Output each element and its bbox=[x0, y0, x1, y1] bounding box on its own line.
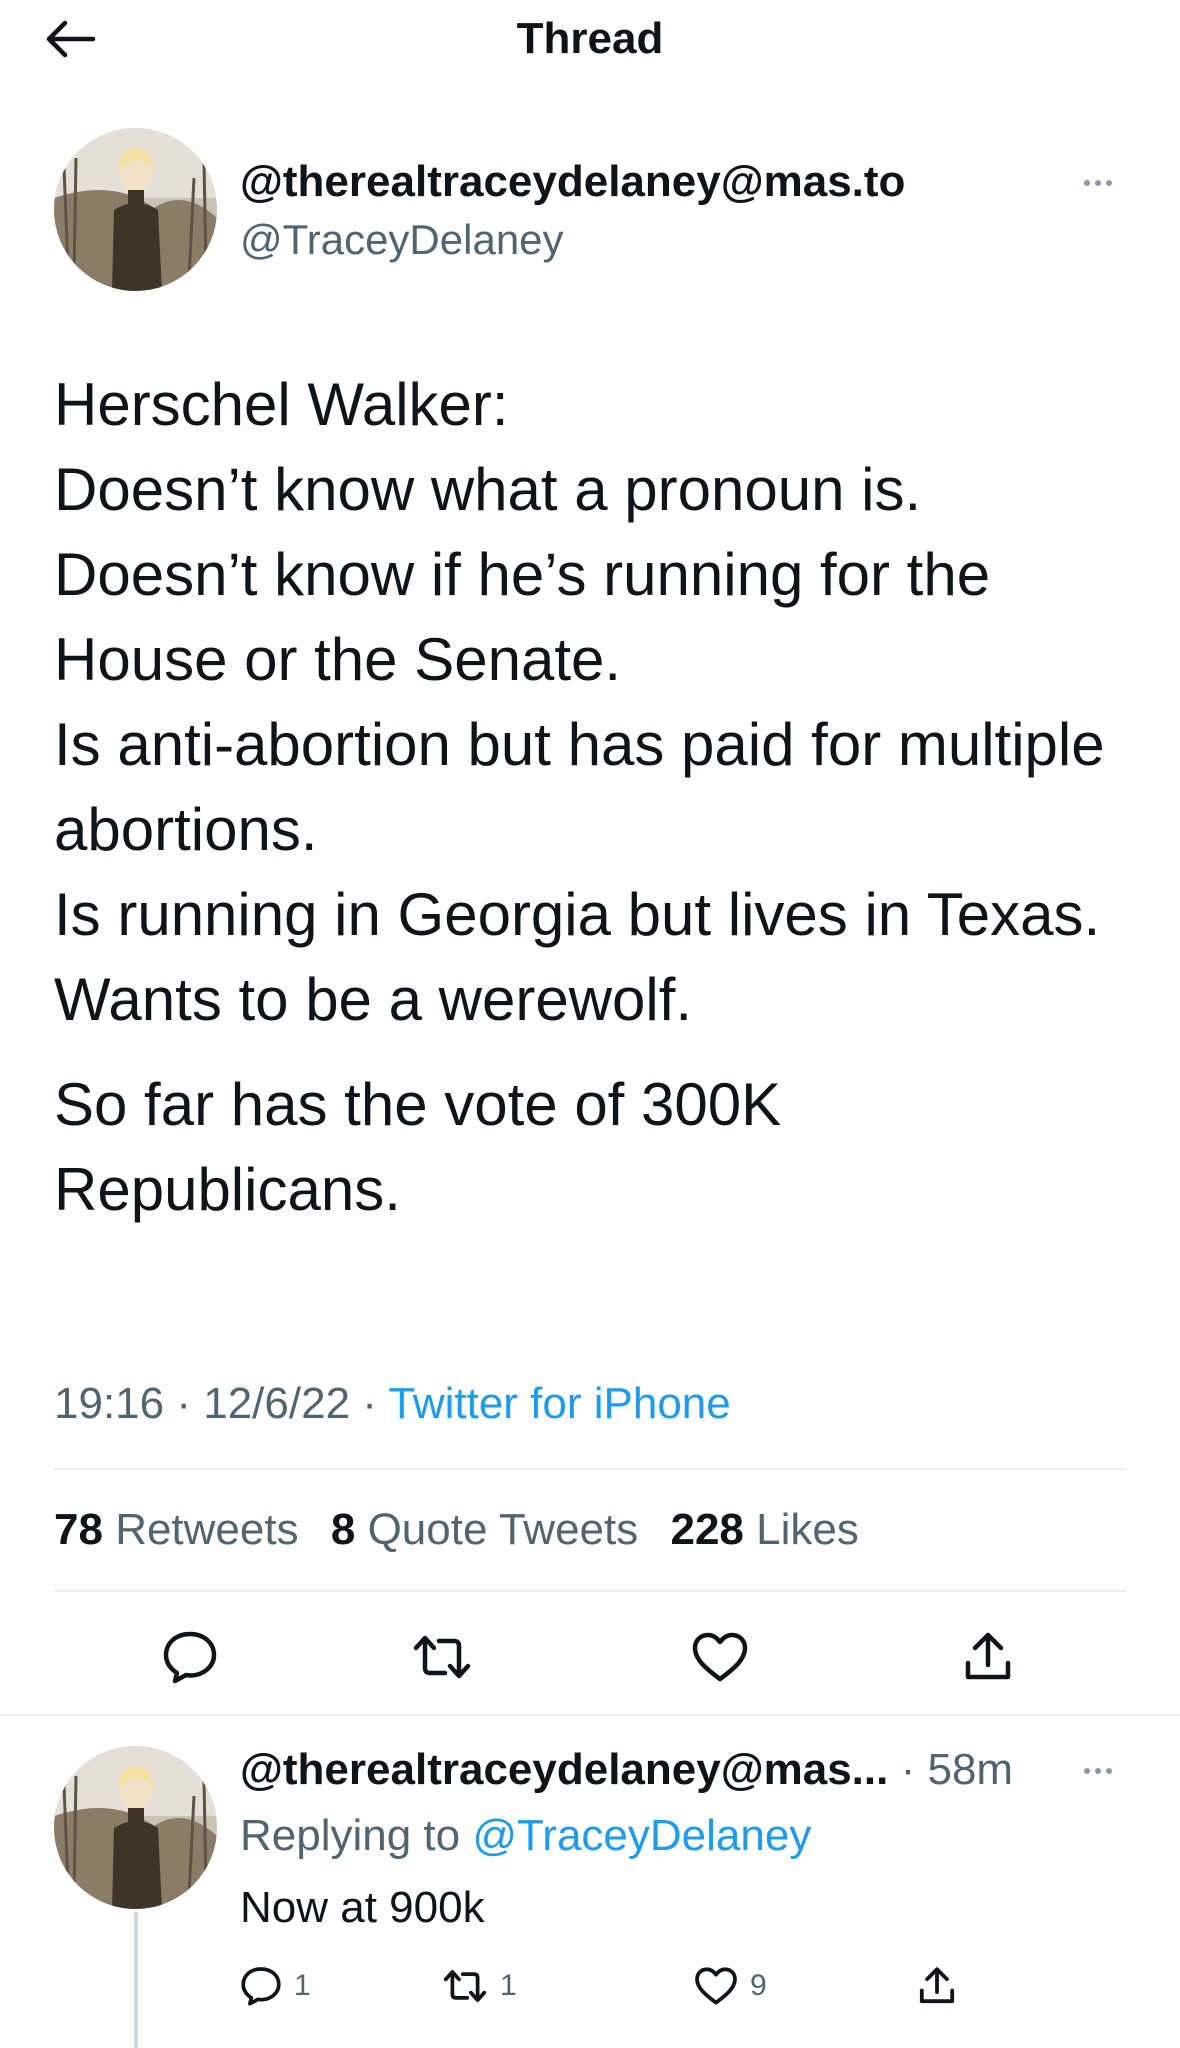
like-button[interactable]: 9 bbox=[694, 1958, 767, 2014]
retweet-icon bbox=[413, 1635, 471, 1679]
avatar[interactable] bbox=[54, 1746, 217, 1909]
divider bbox=[0, 1714, 1180, 1716]
share-button[interactable] bbox=[918, 1958, 956, 2014]
thread-header: Thread bbox=[0, 0, 1180, 78]
more-icon[interactable] bbox=[1070, 1756, 1126, 1786]
reply-icon bbox=[163, 1631, 217, 1684]
meta-separator: · bbox=[362, 1379, 377, 1428]
reply-timestamp[interactable]: 58m bbox=[927, 1745, 1013, 1794]
author-handle[interactable]: @TraceyDelaney bbox=[240, 214, 564, 266]
avatar[interactable] bbox=[54, 128, 217, 291]
tweet-paragraph: So far has the vote of 300K Republicans. bbox=[54, 1071, 782, 1223]
author-display-name[interactable]: @therealtraceydelaney@mas.to bbox=[240, 156, 905, 208]
like-icon bbox=[695, 1967, 737, 2005]
tweet-stats: 78 Retweets 8 Quote Tweets 228 Likes bbox=[54, 1502, 879, 1558]
thread-connector-line bbox=[134, 1912, 138, 2048]
reply-icon bbox=[241, 1967, 281, 2006]
quote-tweets-stat[interactable]: 8 Quote Tweets bbox=[331, 1505, 638, 1554]
reply-button[interactable]: 1 bbox=[240, 1958, 311, 2014]
tweet-meta: 19:16 · 12/6/22 · Twitter for iPhone bbox=[54, 1376, 731, 1432]
tweet-text: Herschel Walker: Doesn’t know what a pro… bbox=[54, 362, 1134, 1232]
divider bbox=[54, 1590, 1126, 1592]
likes-stat[interactable]: 228 Likes bbox=[670, 1505, 858, 1554]
retweet-button[interactable]: 1 bbox=[442, 1958, 517, 2014]
replying-mention-link[interactable]: @TraceyDelaney bbox=[472, 1811, 811, 1860]
reply-count: 1 bbox=[294, 1969, 311, 2002]
tweet-date: 12/6/22 bbox=[203, 1379, 351, 1428]
like-button[interactable] bbox=[680, 1622, 760, 1692]
more-icon[interactable] bbox=[1070, 168, 1126, 198]
tweet-source-link[interactable]: Twitter for iPhone bbox=[388, 1379, 730, 1428]
retweet-count: 1 bbox=[500, 1969, 517, 2002]
retweets-stat[interactable]: 78 Retweets bbox=[54, 1505, 299, 1554]
meta-separator: · bbox=[176, 1379, 191, 1428]
reply-header: @therealtraceydelaney@mas... · 58m bbox=[240, 1742, 1013, 1798]
share-icon bbox=[965, 1632, 1011, 1680]
replying-to: Replying to @TraceyDelaney bbox=[240, 1808, 811, 1864]
like-count: 9 bbox=[750, 1969, 767, 2002]
reply-author-name[interactable]: @therealtraceydelaney@mas... bbox=[240, 1745, 888, 1794]
retweet-icon bbox=[443, 1970, 487, 2002]
tweet-paragraph: Herschel Walker: Doesn’t know what a pro… bbox=[54, 371, 1105, 1033]
reply-text: Now at 900k bbox=[240, 1883, 485, 1932]
meta-separator: · bbox=[900, 1745, 916, 1794]
page-title: Thread bbox=[516, 14, 664, 63]
replying-label: Replying to bbox=[240, 1811, 461, 1860]
tweet-time: 19:16 bbox=[54, 1379, 165, 1428]
share-button[interactable] bbox=[948, 1622, 1028, 1692]
retweet-button[interactable] bbox=[402, 1622, 482, 1692]
share-icon bbox=[919, 1967, 955, 2004]
reply-button[interactable] bbox=[150, 1622, 230, 1692]
like-icon bbox=[692, 1632, 748, 1682]
divider bbox=[54, 1468, 1126, 1470]
